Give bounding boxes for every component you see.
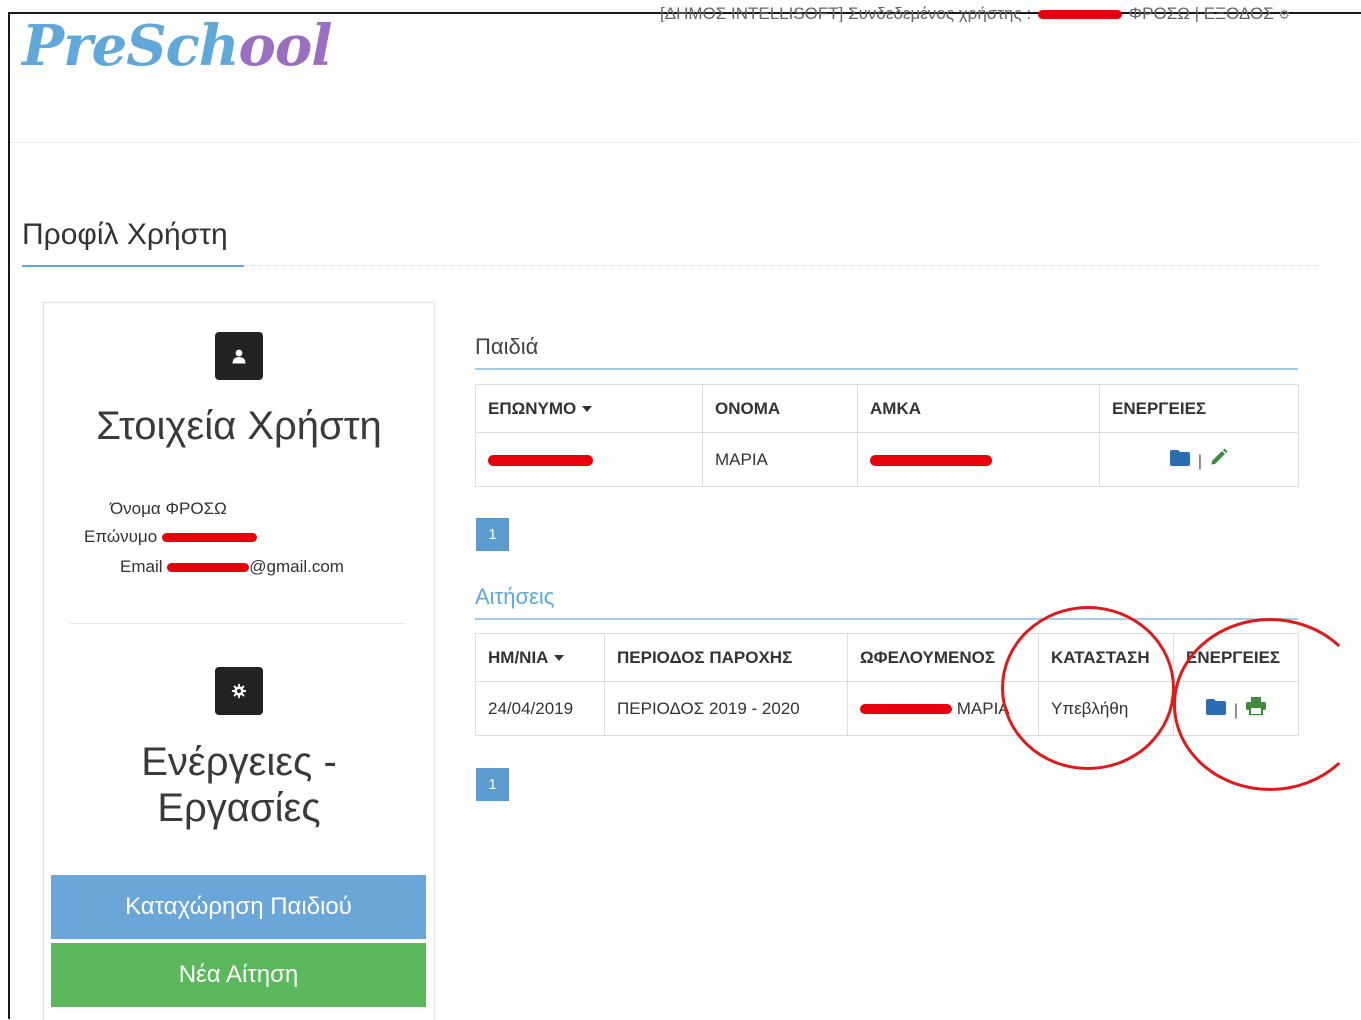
email-field: Email @gmail.com xyxy=(120,557,344,577)
gear-icon[interactable]: ⚙ xyxy=(1279,7,1291,22)
redacted-username xyxy=(1037,10,1122,20)
redacted-beneficiary-surname xyxy=(860,704,952,715)
folder-icon[interactable] xyxy=(1169,450,1190,470)
applications-pagination-page[interactable]: 1 xyxy=(476,768,509,801)
column-header-surname[interactable]: ΕΠΩΝΥΜΟ xyxy=(475,384,703,433)
applications-section-rule xyxy=(475,618,1298,620)
logout-link[interactable]: ΕΞΟΔΟΣ xyxy=(1204,4,1274,22)
application-date-cell: 24/04/2019 xyxy=(475,681,605,736)
current-user-name[interactable]: ΦΡΟΣΩ xyxy=(1129,4,1190,22)
new-application-button[interactable]: Νέα Αίτηση xyxy=(51,943,426,1007)
actions-heading-line2: Εργασίες xyxy=(157,786,321,830)
preschool-logo[interactable]: PreSchool xyxy=(22,14,332,78)
cog-icon xyxy=(215,667,263,715)
annotation-circle-status xyxy=(1001,606,1175,770)
surname-label: Επώνυμο xyxy=(84,527,158,546)
annotation-circle-actions xyxy=(1173,618,1361,791)
table-header-row: ΗΜ/ΝΙΑ ΠΕΡΙΟΔΟΣ ΠΑΡΟΧΗΣ ΩΦΕΛΟΥΜΕΝΟΣ ΚΑΤΑ… xyxy=(475,633,1299,682)
email-label: Email xyxy=(120,557,163,576)
pencil-icon[interactable] xyxy=(1210,448,1228,470)
user-icon xyxy=(215,332,263,380)
children-section-title: Παιδιά xyxy=(475,334,539,359)
table-header-row: ΕΠΩΝΥΜΟ ΟΝΟΜΑ ΑΜΚΑ ΕΝΕΡΓΕΙΕΣ xyxy=(475,384,1299,433)
action-separator: | xyxy=(1197,453,1203,470)
name-label: Όνομα xyxy=(110,499,161,518)
redacted-child-surname xyxy=(488,454,593,466)
redacted-email xyxy=(167,563,250,573)
name-value: ΦΡΟΣΩ xyxy=(165,499,227,518)
column-header-actions: ΕΝΕΡΓΕΙΕΣ xyxy=(1099,384,1299,433)
title-underline xyxy=(22,265,244,267)
panel-divider xyxy=(70,623,405,624)
tenant-user-label: [ΔΗΜΟΣ INTELLISOFT] Συνδεδεμένος χρήστης… xyxy=(660,4,1032,22)
child-surname-cell xyxy=(475,432,703,487)
application-period-cell: ΠΕΡΙΟΔΟΣ 2019 - 2020 xyxy=(604,681,848,736)
surname-field: Επώνυμο xyxy=(84,527,257,547)
user-details-heading: Στοιχεία Χρήστη xyxy=(96,404,382,448)
register-child-button[interactable]: Καταχώρηση Παιδιού xyxy=(51,875,426,939)
children-table: ΕΠΩΝΥΜΟ ΟΝΟΜΑ ΑΜΚΑ ΕΝΕΡΓΕΙΕΣ ΜΑΡΙΑ | xyxy=(475,384,1299,487)
children-pagination-page[interactable]: 1 xyxy=(476,518,509,551)
column-header-name: ΟΝΟΜΑ xyxy=(702,384,858,433)
sort-caret-icon xyxy=(554,655,565,662)
topbar-separator: | xyxy=(1194,4,1200,22)
header-divider xyxy=(10,142,1358,143)
column-header-amka: ΑΜΚΑ xyxy=(857,384,1100,433)
user-status-bar: [ΔΗΜΟΣ INTELLISOFT] Συνδεδεμένος χρήστης… xyxy=(660,4,1290,22)
name-field: Όνομα ΦΡΟΣΩ xyxy=(110,499,227,519)
redacted-amka xyxy=(870,454,992,466)
child-actions-cell: | xyxy=(1099,432,1299,487)
actions-heading-line1: Ενέργειες - xyxy=(141,740,337,784)
applications-section-title: Αιτήσεις xyxy=(475,584,555,609)
child-amka-cell xyxy=(857,432,1100,487)
column-header-date[interactable]: ΗΜ/ΝΙΑ xyxy=(475,633,605,682)
children-section-rule xyxy=(475,368,1298,370)
page-title: Προφίλ Χρήστη xyxy=(22,218,228,251)
sort-caret-icon xyxy=(582,406,593,413)
redacted-surname xyxy=(161,533,257,543)
screenshot-frame-left xyxy=(8,12,10,1019)
table-row: ΜΑΡΙΑ | xyxy=(475,432,1299,487)
profile-panel: Στοιχεία Χρήστη Όνομα ΦΡΟΣΩ Επώνυμο Emai… xyxy=(43,302,435,1020)
email-suffix: @gmail.com xyxy=(249,557,344,576)
child-name-cell: ΜΑΡΙΑ xyxy=(702,432,858,487)
column-header-period: ΠΕΡΙΟΔΟΣ ΠΑΡΟΧΗΣ xyxy=(604,633,848,682)
